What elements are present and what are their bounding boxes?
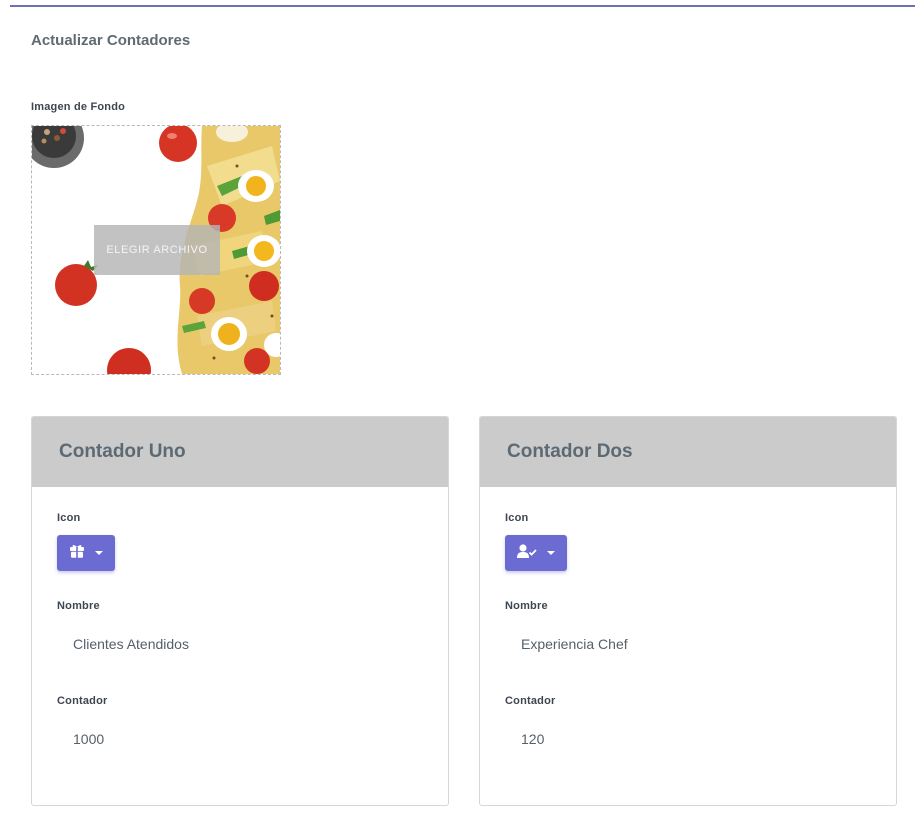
chevron-down-icon — [547, 551, 555, 555]
name-field[interactable]: Clientes Atendidos — [73, 636, 189, 652]
icon-picker-button[interactable] — [57, 535, 115, 571]
icon-picker-button[interactable] — [505, 535, 567, 571]
background-image-label: Imagen de Fondo — [31, 101, 126, 113]
icon-label: Icon — [505, 512, 529, 524]
page-title: Actualizar Contadores — [31, 32, 191, 49]
counter-card-one: Contador Uno Icon Nombre Clientes Atendi… — [31, 416, 449, 806]
name-label: Nombre — [505, 600, 548, 612]
name-field[interactable]: Experiencia Chef — [521, 636, 628, 652]
card-header: Contador Dos — [480, 417, 896, 487]
card-title: Contador Dos — [507, 441, 633, 462]
top-divider — [10, 5, 915, 7]
card-header: Contador Uno — [32, 417, 448, 487]
count-field[interactable]: 1000 — [73, 731, 104, 747]
name-label: Nombre — [57, 600, 100, 612]
background-image-uploader[interactable]: ELEGIR ARCHIVO — [31, 125, 281, 375]
count-field[interactable]: 120 — [521, 731, 544, 747]
chevron-down-icon — [95, 551, 103, 555]
gift-icon — [69, 544, 85, 563]
counter-card-two: Contador Dos Icon Nombre Experiencia Che… — [479, 416, 897, 806]
choose-file-button[interactable]: ELEGIR ARCHIVO — [94, 225, 220, 275]
card-title: Contador Uno — [59, 441, 186, 462]
icon-label: Icon — [57, 512, 81, 524]
user-check-icon — [517, 543, 537, 563]
count-label: Contador — [505, 695, 556, 707]
count-label: Contador — [57, 695, 108, 707]
